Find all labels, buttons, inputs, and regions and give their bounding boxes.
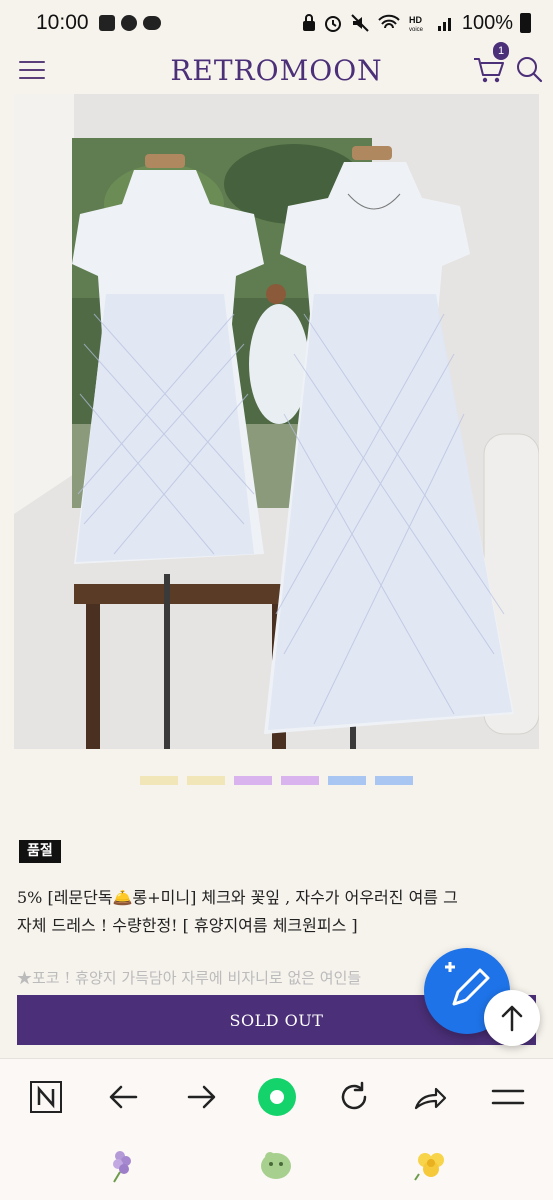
svg-text:voice: voice <box>409 27 424 33</box>
menu-icon[interactable] <box>488 1077 528 1117</box>
refresh-icon[interactable] <box>334 1077 374 1117</box>
naver-n-icon[interactable] <box>26 1077 66 1117</box>
product-image[interactable] <box>14 94 539 749</box>
status-time: 10:00 <box>36 11 89 34</box>
battery-icon <box>520 13 531 33</box>
browser-toolbar <box>0 1058 553 1138</box>
carousel-dot[interactable] <box>187 776 225 785</box>
sold-out-badge: 품절 <box>19 840 61 863</box>
status-bar: 10:00 HD voice 100% <box>0 0 553 46</box>
carousel-dot[interactable] <box>328 776 366 785</box>
home-green-icon[interactable] <box>257 1077 297 1117</box>
arrow-up-icon <box>501 1005 523 1032</box>
carousel-indicators <box>0 776 553 785</box>
cart-count-badge: 1 <box>493 42 509 60</box>
notification-icons <box>98 15 161 31</box>
carousel-dot[interactable] <box>234 776 272 785</box>
search-icon[interactable] <box>514 54 544 84</box>
site-header: RETROMOON 1 <box>0 42 553 94</box>
battery-percent: 100% <box>461 11 513 34</box>
chat-icon <box>142 16 161 30</box>
bottom-shortcut-bar <box>0 1138 553 1200</box>
image-icon <box>98 15 115 31</box>
lilac-flower-icon[interactable] <box>102 1144 142 1184</box>
svg-text:HD: HD <box>409 15 422 25</box>
scroll-to-top-button[interactable] <box>484 990 540 1046</box>
product-title-line: 5% [레문단독🛎️롱+미니] 체크와 꽃잎 , 자수가 어우러진 여름 그 <box>17 888 458 907</box>
system-icons: HD voice 100% <box>302 12 531 35</box>
wifi-icon <box>378 14 400 29</box>
signal-icon <box>437 18 451 31</box>
carousel-dot[interactable] <box>140 776 178 785</box>
hd-voice-icon: HD voice <box>409 15 424 33</box>
share-icon[interactable] <box>410 1077 450 1117</box>
forward-arrow-icon[interactable] <box>181 1077 221 1117</box>
green-blob-icon[interactable] <box>256 1144 296 1184</box>
talk-icon <box>120 15 137 31</box>
carousel-dot[interactable] <box>375 776 413 785</box>
product-title: 5% [레문단독🛎️롱+미니] 체크와 꽃잎 , 자수가 어우러진 여름 그 자… <box>17 884 537 940</box>
alarm-icon <box>324 16 341 32</box>
back-arrow-icon[interactable] <box>104 1077 144 1117</box>
carousel-dot[interactable] <box>281 776 319 785</box>
mute-icon <box>351 14 369 32</box>
site-logo[interactable]: RETROMOON <box>0 54 553 87</box>
product-title-line: 자체 드레스 ! 수량한정! [ 휴양지여름 체크원피스 ] <box>17 916 358 935</box>
lock-icon <box>302 14 315 31</box>
yellow-flower-icon[interactable] <box>411 1144 451 1184</box>
